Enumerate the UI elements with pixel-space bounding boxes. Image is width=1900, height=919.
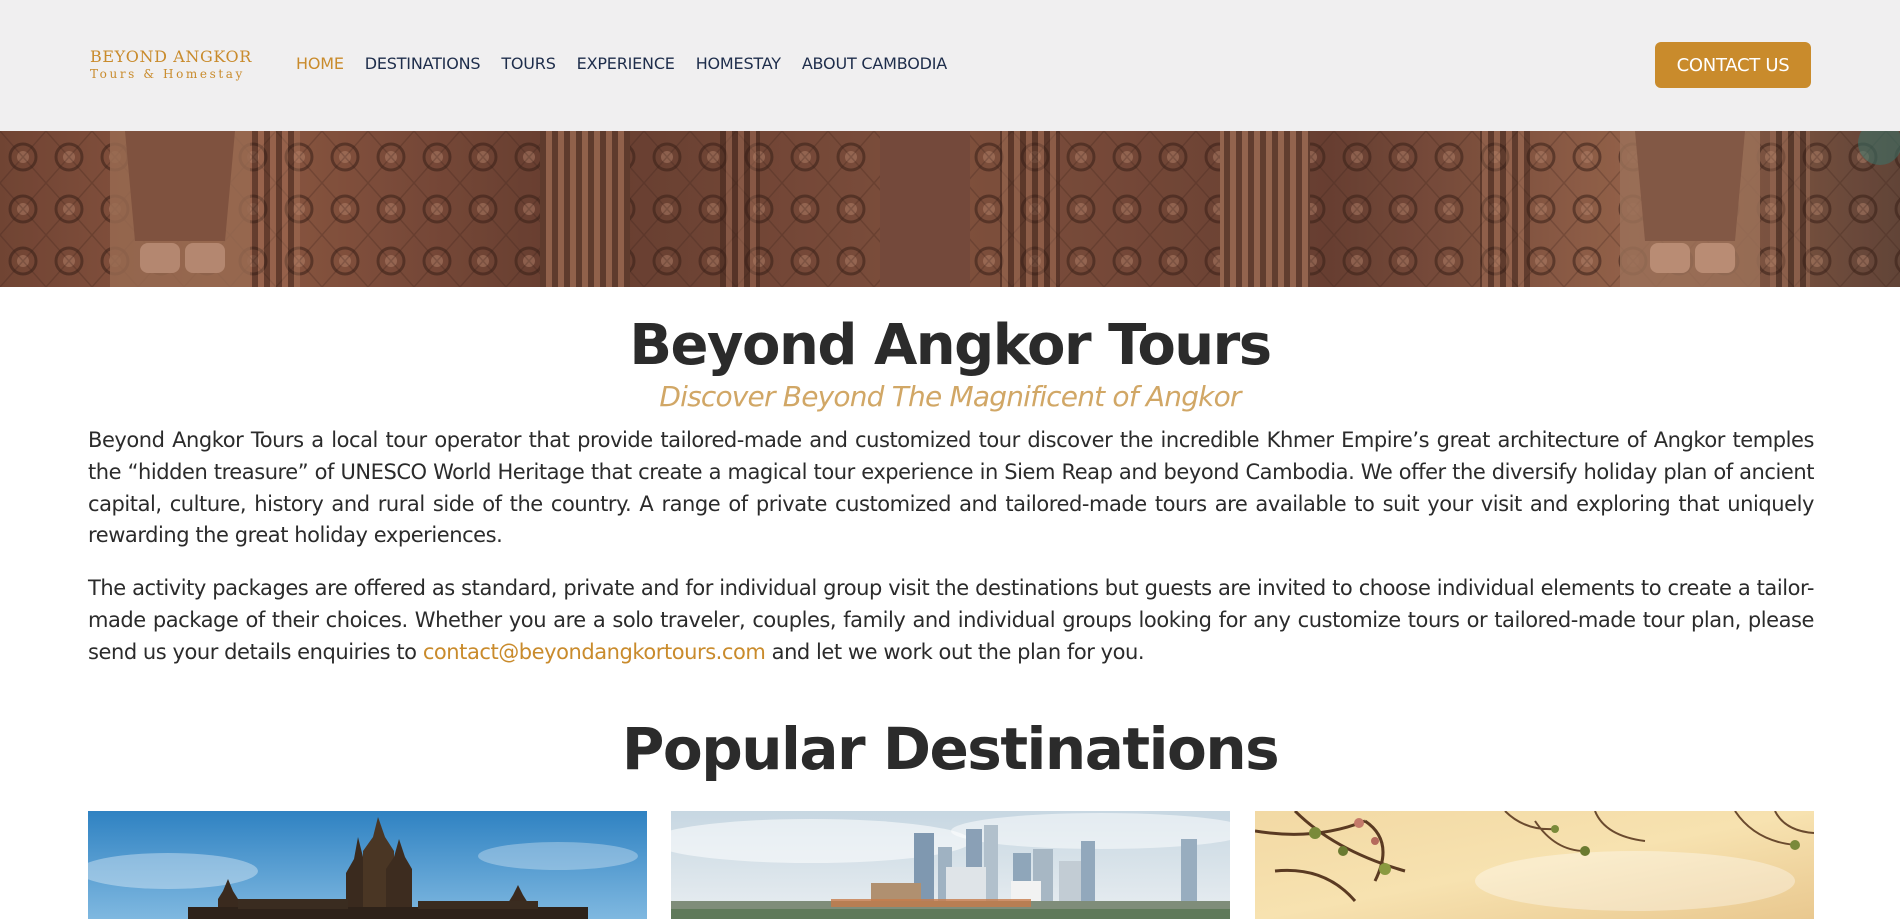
destination-cards xyxy=(88,811,1814,919)
hero-banner xyxy=(0,131,1900,287)
tree-branches-sunset-image xyxy=(1255,811,1814,919)
destination-card-angkor-wat[interactable] xyxy=(88,811,647,919)
nav-item-tours[interactable]: TOURS xyxy=(501,54,556,73)
contact-us-button[interactable]: CONTACT US xyxy=(1655,42,1811,88)
main-nav: HOME DESTINATIONS TOURS EXPERIENCE HOMES… xyxy=(296,54,968,73)
temple-carving-image xyxy=(0,131,1900,287)
site-logo[interactable]: BEYOND ANGKOR Tours & Homestay xyxy=(90,48,252,82)
site-header: BEYOND ANGKOR Tours & Homestay HOME DEST… xyxy=(0,0,1900,131)
nav-item-homestay[interactable]: HOMESTAY xyxy=(696,54,781,73)
paragraph-2-text-after: and let we work out the plan for you. xyxy=(765,639,1145,664)
logo-name: BEYOND ANGKOR xyxy=(90,47,252,66)
page-subtitle: Discover Beyond The Magnificent of Angko… xyxy=(659,380,1241,413)
destination-card-phnom-penh[interactable] xyxy=(671,811,1230,919)
nav-item-destinations[interactable]: DESTINATIONS xyxy=(365,54,481,73)
nav-item-about-cambodia[interactable]: ABOUT CAMBODIA xyxy=(802,54,947,73)
intro-paragraph-2: The activity packages are offered as sta… xyxy=(88,573,1814,668)
logo-tagline: Tours & Homestay xyxy=(90,67,245,81)
page-title: Beyond Angkor Tours xyxy=(629,313,1272,378)
contact-email-link[interactable]: contact@beyondangkortours.com xyxy=(423,640,766,664)
nav-item-home[interactable]: HOME xyxy=(296,54,344,73)
intro-paragraph-1: Beyond Angkor Tours a local tour operato… xyxy=(88,428,1814,548)
nav-item-experience[interactable]: EXPERIENCE xyxy=(577,54,675,73)
popular-destinations-title: Popular Destinations xyxy=(621,715,1280,783)
phnom-penh-skyline-image xyxy=(671,811,1230,919)
destination-card-sunset[interactable] xyxy=(1255,811,1814,919)
angkor-wat-image xyxy=(88,811,647,919)
